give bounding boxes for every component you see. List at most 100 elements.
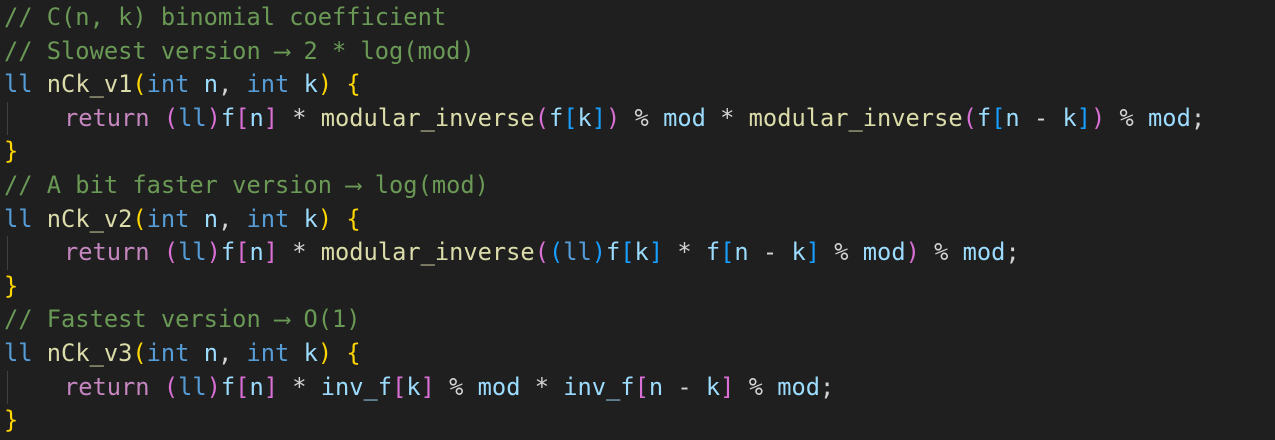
identifier-token: n: [203, 338, 218, 367]
bracket-token: [: [620, 238, 635, 267]
bracket-token: ): [206, 103, 221, 132]
bracket-token: (: [132, 338, 147, 367]
type-token: ll: [4, 338, 33, 367]
punctuation-token: *: [277, 372, 321, 401]
bracket-token: ): [1090, 103, 1106, 132]
bracket-token: ]: [263, 238, 278, 267]
code-line[interactable]: ll nCk_v2(int n, int k) {: [0, 203, 1275, 237]
code-line[interactable]: }: [0, 135, 1275, 169]
bracket-token: [: [235, 103, 250, 132]
type-token: int: [146, 70, 190, 99]
code-line[interactable]: // Fastest version ⟶ O(1): [0, 303, 1275, 337]
punctuation-token: [189, 339, 203, 367]
function-name-token: modular_inverse: [748, 103, 963, 132]
punctuation-token: ;: [820, 372, 835, 401]
bracket-token: ]: [805, 238, 820, 267]
punctuation-token: *: [277, 238, 321, 267]
keyword-token: return: [64, 103, 150, 132]
bracket-token: (: [132, 204, 147, 233]
type-token: ll: [178, 372, 207, 401]
keyword-token: return: [64, 238, 150, 267]
code-line[interactable]: return (ll)f[n] * inv_f[k] % mod * inv_f…: [0, 370, 1275, 405]
identifier-token: k: [1062, 103, 1077, 132]
code-line[interactable]: // C(n, k) binomial coefficient: [0, 1, 1275, 35]
identifier-token: mod: [862, 238, 906, 267]
punctuation-token: [33, 339, 47, 367]
bracket-token: ]: [648, 238, 664, 267]
identifier-token: k: [303, 70, 318, 99]
type-token: int: [146, 204, 190, 233]
bracket-token: {: [346, 338, 361, 367]
punctuation-token: ,: [217, 204, 247, 233]
code-line[interactable]: }: [0, 404, 1275, 438]
identifier-token: f: [220, 372, 236, 401]
bracket-token: (: [548, 238, 564, 267]
code-line[interactable]: ll nCk_v1(int n, int k) {: [0, 68, 1275, 102]
identifier-token: mod: [477, 372, 521, 401]
identifier-token: n: [1005, 103, 1020, 132]
bracket-token: ): [606, 103, 621, 132]
identifier-token: inv_f: [563, 372, 635, 401]
identifier-token: k: [791, 238, 806, 267]
indent-guide: [7, 370, 8, 405]
punctuation-token: ;: [1005, 238, 1020, 267]
identifier-token: n: [734, 238, 749, 267]
identifier-token: n: [203, 204, 218, 233]
bracket-token: [: [720, 238, 735, 267]
punctuation-token: [332, 205, 346, 233]
punctuation-token: [33, 205, 47, 233]
bracket-token: ]: [1076, 103, 1091, 132]
identifier-token: n: [249, 238, 264, 267]
bracket-token: }: [4, 406, 19, 435]
punctuation-token: [33, 70, 47, 98]
bracket-token: ): [206, 238, 221, 267]
punctuation-token: [289, 205, 303, 233]
code-line[interactable]: // A bit faster version ⟶ log(mod): [0, 169, 1275, 203]
code-line[interactable]: ll nCk_v3(int n, int k) {: [0, 337, 1275, 371]
identifier-token: inv_f: [320, 372, 393, 401]
type-token: ll: [178, 103, 207, 132]
punctuation-token: *: [520, 372, 564, 401]
function-name-token: nCk_v2: [46, 204, 133, 233]
bracket-token: (: [962, 103, 977, 132]
identifier-token: f: [548, 103, 564, 132]
bracket-token: [: [563, 103, 578, 132]
bracket-token: (: [132, 70, 147, 99]
punctuation-token: [150, 104, 164, 132]
bracket-token: [: [634, 372, 649, 401]
bracket-token: ]: [263, 103, 278, 132]
punctuation-token: [289, 70, 303, 98]
code-editor[interactable]: // C(n, k) binomial coefficient // Slowes…: [0, 0, 1275, 440]
bracket-token: [: [235, 238, 250, 267]
function-name-token: nCk_v1: [46, 70, 133, 99]
identifier-token: mod: [663, 103, 706, 132]
punctuation-token: ;: [1190, 103, 1206, 132]
indent-guide: [7, 236, 8, 270]
bracket-token: ]: [420, 372, 435, 401]
code-line[interactable]: }: [0, 270, 1275, 304]
punctuation-token: %: [1105, 103, 1149, 132]
keyword-token: return: [64, 372, 150, 401]
bracket-token: (: [163, 103, 179, 132]
punctuation-token: ,: [217, 338, 247, 367]
punctuation-token: -: [748, 238, 792, 267]
code-line[interactable]: return (ll)f[n] * modular_inverse(f[k]) …: [0, 101, 1275, 136]
identifier-token: mod: [777, 372, 821, 401]
identifier-token: f: [705, 238, 721, 267]
bracket-token: ): [591, 238, 607, 267]
bracket-token: }: [4, 137, 19, 166]
type-token: ll: [4, 204, 33, 233]
type-token: int: [146, 338, 190, 367]
bracket-token: (: [534, 238, 549, 267]
identifier-token: k: [577, 103, 592, 132]
comment-token: // Fastest version ⟶ O(1): [4, 305, 361, 334]
code-line[interactable]: return (ll)f[n] * modular_inverse((ll)f[…: [0, 236, 1275, 270]
punctuation-token: [150, 373, 164, 401]
punctuation-token: ,: [217, 70, 247, 99]
punctuation-token: %: [734, 372, 778, 401]
code-line[interactable]: // Slowest version ⟶ 2 * log(mod): [0, 35, 1275, 69]
bracket-token: [: [235, 372, 250, 401]
bracket-token: }: [4, 271, 19, 300]
function-name-token: nCk_v3: [46, 338, 133, 367]
comment-token: // A bit faster version ⟶ log(mod): [4, 170, 489, 199]
